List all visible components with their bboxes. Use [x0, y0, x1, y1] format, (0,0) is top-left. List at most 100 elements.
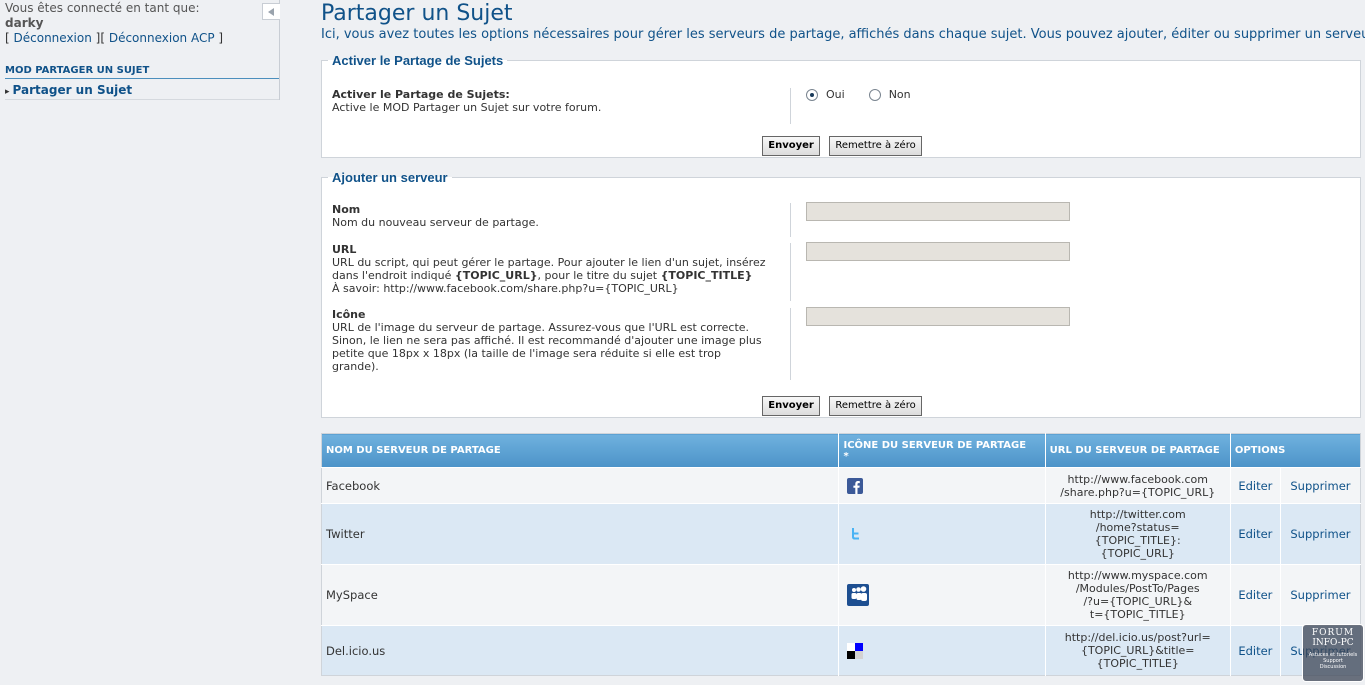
delete-link[interactable]: Supprimer — [1279, 467, 1361, 504]
icon-url-input[interactable] — [806, 307, 1070, 326]
icon-desc-2: Sinon, le lien ne sera pas affiché. Il e… — [332, 334, 762, 347]
add-server-buttons: Envoyer Remettre à zéro — [322, 396, 1362, 416]
twitter-icon — [852, 528, 860, 540]
server-url: http://www.facebook.com/share.php?u={TOP… — [1044, 467, 1231, 504]
icon-row: Icône URL de l'image du serveur de parta… — [332, 307, 1352, 380]
bullet-icon: ▸ — [5, 87, 10, 97]
row-divider — [790, 308, 791, 380]
reset-button[interactable]: Remettre à zéro — [829, 396, 922, 416]
table-row: Facebook http://www.facebook.com/share.p… — [321, 467, 1361, 504]
logout-links: [ Déconnexion ][ Déconnexion ACP ] — [5, 31, 224, 45]
logout-link[interactable]: Déconnexion — [14, 31, 92, 45]
url-field-wrap — [806, 242, 1070, 261]
url-line: t={TOPIC_TITLE} — [1089, 608, 1186, 621]
table-row: Del.icio.us http://del.icio.us/post?url=… — [321, 625, 1361, 676]
page-title: Partager un Sujet — [321, 1, 513, 26]
logout-acp-link[interactable]: Déconnexion ACP — [109, 31, 215, 45]
sidebar-section-title: MOD PARTAGER UN SUJET — [5, 65, 279, 79]
radio-no[interactable] — [868, 88, 881, 101]
table-row: Twitter http://twitter.com/home?status={… — [321, 503, 1361, 565]
server-name: Facebook — [321, 467, 839, 504]
url-desc-2a: dans l'endroit indiqué — [332, 269, 455, 282]
edit-link[interactable]: Editer — [1229, 467, 1281, 504]
server-icon-cell — [838, 467, 1046, 504]
server-icon-cell — [838, 625, 1046, 676]
server-name: Del.icio.us — [321, 625, 839, 676]
icon-desc-3: petite que 18px x 18px (la taille de l'i… — [332, 347, 721, 360]
url-line: /home?status= — [1095, 521, 1180, 534]
url-line: http://del.icio.us/post?url= — [1064, 631, 1211, 644]
server-url: http://del.icio.us/post?url= {TOPIC_URL}&… — [1044, 625, 1231, 676]
delete-link[interactable]: Supprimer — [1279, 564, 1361, 626]
row-divider — [790, 88, 791, 124]
name-label: Nom — [332, 203, 361, 216]
url-line: /?u={TOPIC_URL}& — [1083, 595, 1193, 608]
facebook-icon — [847, 477, 864, 494]
url-desc-3: À savoir: http://www.facebook.com/share.… — [332, 282, 679, 295]
name-desc: Nom du nouveau serveur de partage. — [332, 216, 539, 229]
server-url: http://www.myspace.com/Modules/PostTo/Pa… — [1044, 564, 1231, 626]
url-token-2: {TOPIC_TITLE} — [660, 269, 753, 282]
icon-field-wrap — [806, 307, 1070, 326]
icon-label: Icône — [332, 308, 366, 321]
submit-button[interactable]: Envoyer — [762, 136, 820, 156]
col-header-icon: ICÔNE DU SERVEUR DE PARTAGE * — [838, 433, 1046, 468]
watermark-line: INFO-PC — [1312, 638, 1354, 648]
url-desc-1: URL du script, qui peut gérer le partage… — [332, 256, 766, 269]
activate-label: Activer le Partage de Sujets: — [332, 88, 510, 101]
col-header-icon-label: ICÔNE DU SERVEUR DE PARTAGE — [843, 439, 1027, 451]
watermark-line: FORUM — [1311, 628, 1355, 638]
col-header-name: NOM DU SERVEUR DE PARTAGE — [321, 433, 839, 468]
url-line: http://twitter.com — [1089, 508, 1186, 521]
activate-legend: Activer le Partage de Sujets — [332, 53, 504, 68]
server-icon-cell — [838, 564, 1046, 626]
url-line: /share.php?u={TOPIC_URL} — [1060, 485, 1216, 499]
page-intro: Ici, vous avez toutes les options nécess… — [321, 27, 1365, 42]
icon-desc-1: URL de l'image du serveur de partage. As… — [332, 321, 750, 334]
server-url: http://twitter.com/home?status= {TOPIC_TI… — [1044, 503, 1231, 565]
sidebar-item-partager[interactable]: ▸ Partager un Sujet — [5, 83, 132, 97]
url-line: /Modules/PostTo/Pages — [1075, 582, 1200, 595]
row-divider — [790, 203, 791, 237]
submit-button[interactable]: Envoyer — [762, 396, 820, 416]
url-line: {TOPIC_TITLE}: — [1094, 534, 1181, 547]
url-label-block: URL URL du script, qui peut gérer le par… — [332, 243, 790, 295]
url-line: http://www.myspace.com — [1067, 569, 1208, 582]
connected-label: Vous êtes connecté en tant que: — [5, 1, 200, 15]
col-header-icon-note: * — [843, 450, 849, 462]
add-server-legend: Ajouter un serveur — [332, 170, 448, 185]
edit-link[interactable]: Editer — [1229, 625, 1281, 676]
radio-no-label[interactable]: Non — [889, 88, 911, 101]
server-icon-cell — [838, 503, 1046, 565]
sidebar: Vous êtes connecté en tant que: darky [ … — [0, 0, 280, 100]
activate-radio-group: Oui Non — [806, 88, 911, 101]
myspace-icon — [847, 584, 870, 606]
collapse-sidebar-icon[interactable] — [262, 3, 280, 20]
radio-yes[interactable] — [806, 88, 818, 101]
forum-watermark-logo: FORUM INFO-PC Astuces et tutoriels Suppor… — [1302, 624, 1364, 682]
col-header-options: OPTIONS — [1229, 433, 1361, 468]
name-row: Nom Nom du nouveau serveur de partage. — [332, 202, 1352, 237]
server-name: Twitter — [321, 503, 839, 565]
edit-link[interactable]: Editer — [1229, 564, 1281, 626]
activate-label-block: Activer le Partage de Sujets: Active le … — [332, 88, 790, 114]
radio-yes-label[interactable]: Oui — [826, 88, 845, 101]
name-field-wrap — [806, 202, 1070, 221]
url-input[interactable] — [806, 242, 1070, 261]
url-line: {TOPIC_URL} — [1100, 547, 1175, 560]
col-header-url: URL DU SERVEUR DE PARTAGE — [1044, 433, 1231, 468]
icon-label-block: Icône URL de l'image du serveur de parta… — [332, 308, 790, 373]
name-label-block: Nom Nom du nouveau serveur de partage. — [332, 203, 790, 229]
name-input[interactable] — [806, 202, 1070, 221]
sidebar-item-label: Partager un Sujet — [12, 83, 133, 97]
url-row: URL URL du script, qui peut gérer le par… — [332, 242, 1352, 301]
url-line: {TOPIC_URL}&title= — [1080, 644, 1195, 657]
url-label: URL — [332, 243, 357, 256]
reset-button[interactable]: Remettre à zéro — [829, 136, 922, 156]
row-divider — [790, 243, 791, 301]
edit-link[interactable]: Editer — [1229, 503, 1281, 565]
table-header-row: NOM DU SERVEUR DE PARTAGE ICÔNE DU SERVE… — [321, 433, 1361, 468]
activate-buttons: Envoyer Remettre à zéro — [322, 136, 1362, 156]
url-desc-2b: , pour le titre du sujet — [537, 269, 661, 282]
delete-link[interactable]: Supprimer — [1279, 503, 1361, 565]
